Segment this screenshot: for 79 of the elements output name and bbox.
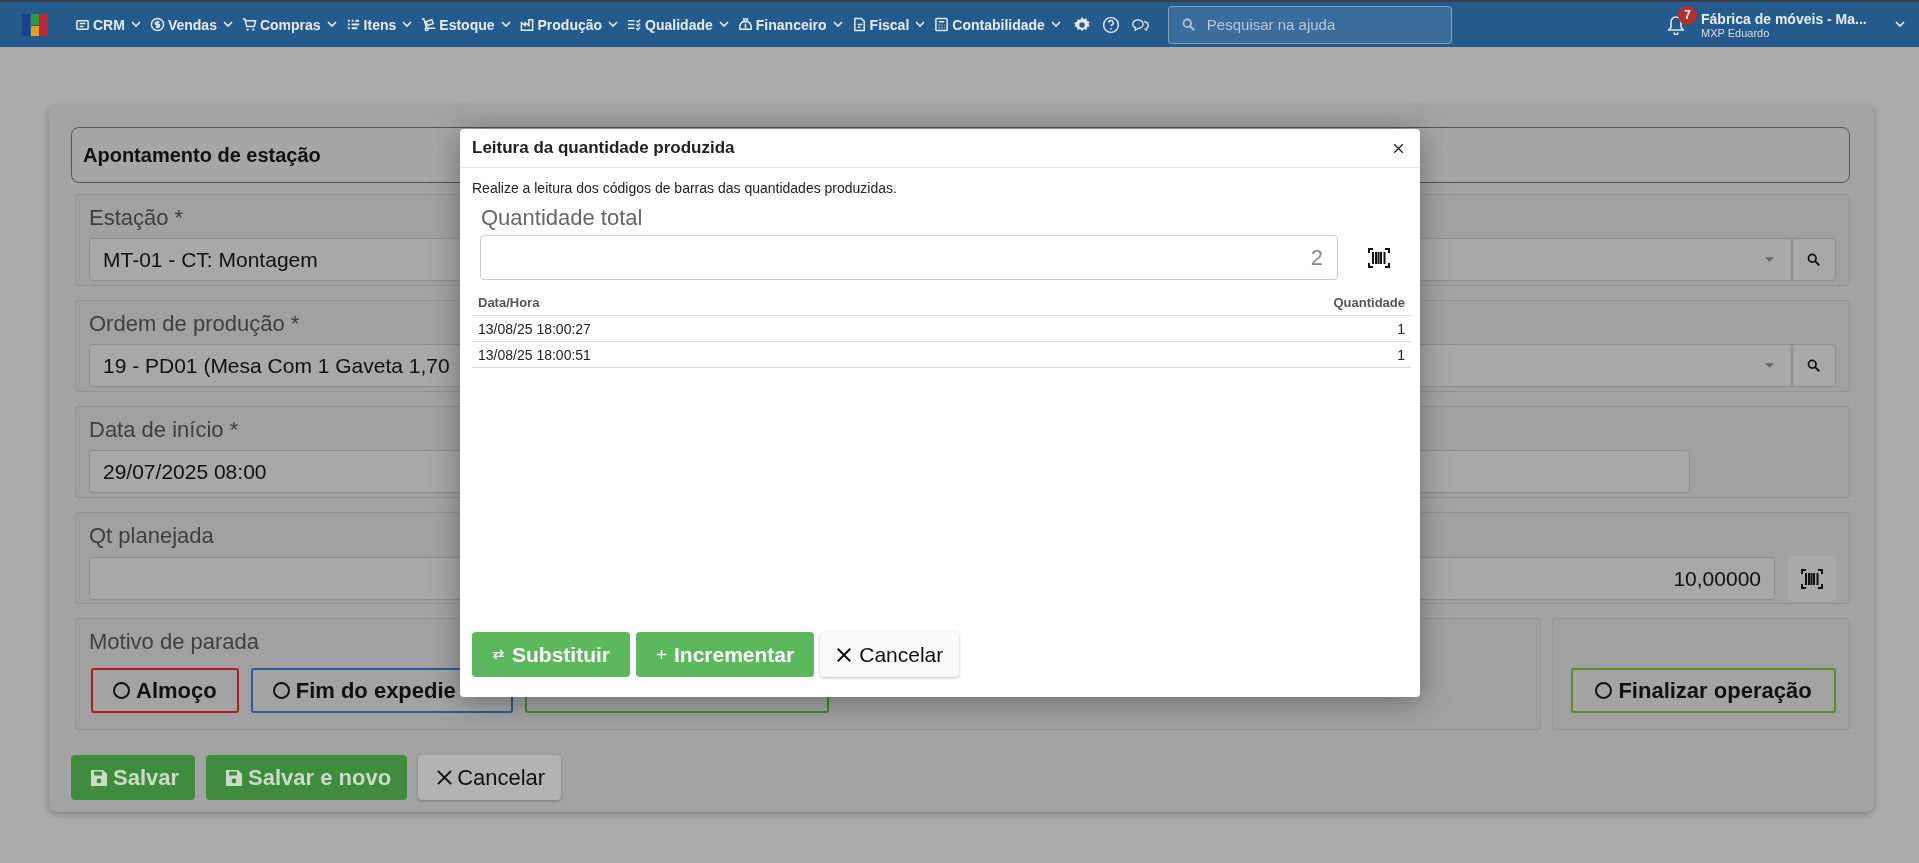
table-cell: 13/08/25 18:00:27 — [472, 315, 1035, 342]
company-name[interactable]: Fábrica de móveis - Ma... — [1701, 10, 1867, 27]
caret-icon — [1765, 257, 1774, 262]
caret-icon — [718, 21, 729, 28]
money-bag-icon — [737, 17, 753, 32]
list-check-icon — [627, 17, 643, 32]
menu-item[interactable]: Vendas — [149, 16, 233, 33]
form-title: Apontamento de estação — [83, 143, 321, 167]
stop-reason-button[interactable]: Almoço — [91, 668, 239, 713]
save-icon — [89, 767, 109, 788]
field-label: Data de início * — [89, 417, 239, 444]
close-icon — [1393, 142, 1404, 154]
dialog-description: Realize a leitura dos códigos de barras das quantidades produzidas. — [472, 180, 898, 196]
search-icon — [1807, 252, 1821, 267]
dollar-icon — [149, 17, 165, 32]
caret-icon — [222, 21, 233, 28]
caret-icon — [402, 21, 413, 28]
caret-icon — [608, 21, 619, 28]
calculator-icon — [934, 17, 950, 32]
caret-icon — [500, 21, 511, 28]
barcode-icon — [1368, 247, 1390, 268]
search-icon — [1807, 358, 1821, 373]
field-label: Ordem de produção * — [89, 311, 300, 338]
search-field[interactable]: Pesquisar na ajuda — [1167, 5, 1452, 44]
menu-item[interactable]: Qualidade — [627, 16, 729, 33]
user-name: MXP Eduardo — [1701, 26, 1770, 39]
circle-icon — [113, 682, 130, 699]
document-icon — [851, 17, 867, 32]
dots-icon — [345, 17, 361, 32]
caret-icon — [130, 21, 141, 28]
caret-icon — [326, 21, 337, 28]
caret-icon — [1765, 363, 1774, 368]
caret-icon — [1895, 21, 1905, 28]
caret-icon — [915, 21, 926, 28]
table-cell: 1 — [1034, 341, 1411, 368]
cancel-button[interactable]: Cancelar — [820, 632, 960, 677]
help-icon — [1101, 15, 1120, 34]
barcode-icon — [1801, 568, 1823, 589]
plus-icon — [656, 649, 667, 660]
quantity-field[interactable]: 2 — [480, 235, 1338, 280]
search-button[interactable] — [1792, 344, 1836, 387]
field-label: Estação * — [89, 205, 184, 232]
dialog-title: Leitura da quantidade produzida — [472, 138, 735, 158]
notification-badge: 7 — [1678, 5, 1697, 25]
bell-icon — [1667, 14, 1685, 35]
field-label: Motivo de parada — [89, 629, 259, 656]
logo-icon — [22, 13, 50, 36]
field-label: Quantidade total — [481, 205, 643, 231]
caret-icon — [832, 21, 843, 28]
swap-arrows-icon — [492, 649, 505, 660]
dolly-icon — [421, 17, 437, 32]
circle-icon — [272, 682, 290, 699]
column-header: Quantidade — [1034, 290, 1411, 316]
caret-icon — [1050, 21, 1061, 28]
finish-operation-button[interactable]: Finalizar operação — [1571, 668, 1836, 713]
menu-item[interactable]: Produção — [519, 16, 619, 33]
close-icon — [836, 646, 853, 663]
menu-item[interactable]: Financeiro — [737, 16, 843, 33]
menu-item[interactable]: Fiscal — [851, 16, 926, 33]
table-cell: 1 — [1034, 315, 1411, 342]
card-icon — [75, 17, 90, 32]
field-label: Qt planejada — [89, 523, 214, 550]
menu-item[interactable]: CRM — [75, 16, 141, 33]
table-cell: 13/08/25 18:00:51 — [472, 341, 1035, 368]
menu-item[interactable]: Contabilidade — [934, 16, 1061, 33]
menu-item[interactable]: Compras — [241, 16, 337, 33]
search-button[interactable] — [1792, 238, 1836, 281]
save-icon — [224, 767, 245, 788]
cancel-button[interactable]: Cancelar — [418, 755, 562, 800]
column-header: Data/Hora — [472, 290, 1035, 316]
settings-icon — [1072, 15, 1091, 34]
cart-icon — [241, 17, 257, 32]
menu-item[interactable]: Estoque — [421, 16, 511, 33]
menu-item[interactable]: Itens — [345, 16, 413, 33]
circle-icon — [1595, 682, 1613, 699]
barcode-button[interactable] — [1788, 556, 1836, 601]
search-icon — [1181, 17, 1196, 32]
close-icon — [436, 769, 454, 786]
factory-icon — [519, 17, 535, 32]
